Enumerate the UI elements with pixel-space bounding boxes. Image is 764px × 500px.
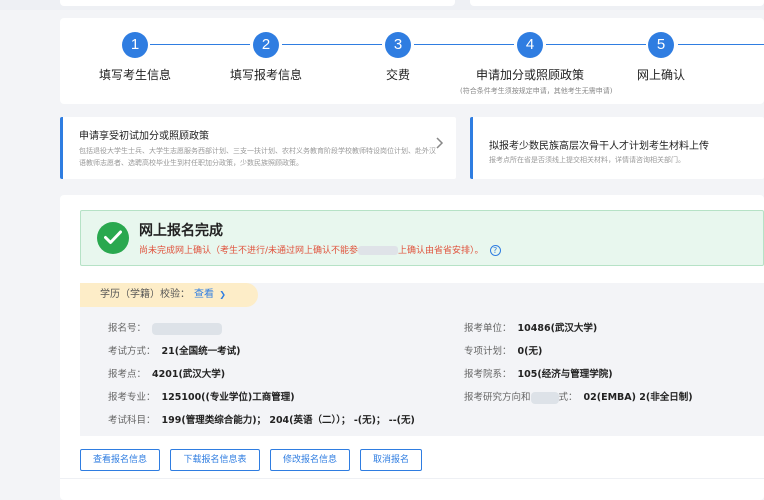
step-5: 5 网上确认	[591, 32, 731, 83]
registration-detail: 学历（学籍）校验： 查看 ❯ 报名号： 考试方式： 21(全国统一考试) 报考点： 4…	[80, 283, 764, 436]
step-label: 交费	[385, 68, 410, 82]
field-label: 报考点：	[108, 369, 147, 380]
field-label: 报考专业：	[108, 392, 156, 403]
view-registration-button[interactable]: 查看报名信息	[80, 449, 160, 471]
step-label: 申请加分或照顾政策	[475, 68, 584, 82]
message-text: 上确认由省省安排）。	[398, 246, 484, 256]
field-subjects: 考试科目： 199(管理类综合能力)； 204(英语（二））； -(无)； --(…	[108, 412, 415, 426]
field-value: 21(全国统一考试)	[161, 346, 241, 357]
success-banner: 网上报名完成 尚未完成网上确认（考生不进行/未通过网上确认不能参 上确认由省省安排…	[80, 210, 764, 266]
step-label: 网上确认	[636, 68, 685, 82]
step-number: 3	[385, 32, 411, 58]
check-circle-icon	[97, 222, 129, 254]
chevron-right-icon: ❯	[219, 290, 226, 299]
field-label: 考试方式：	[108, 346, 156, 357]
card-title: 申请享受初试加分或照顾政策	[79, 131, 209, 142]
message-text: 尚未完成网上确认（考生不进行/未通过网上确认不能参	[139, 246, 359, 256]
field-value: 4201(武汉大学)	[152, 369, 226, 380]
download-registration-form-button[interactable]: 下载报名信息表	[170, 449, 260, 471]
success-title: 网上报名完成	[139, 223, 223, 239]
view-link[interactable]: 查看	[194, 289, 214, 300]
field-value: 105(经济与管理学院)	[517, 369, 613, 380]
question-circle-icon[interactable]: ?	[489, 245, 501, 256]
card-description: 包括退役大学生士兵、大学生志愿服务西部计划、三支一扶计划、农村义务教育阶段学校教…	[79, 147, 436, 167]
field-exam-mode: 考试方式： 21(全国统一考试)	[108, 343, 240, 357]
field-label: 报考单位：	[464, 323, 512, 334]
divider	[60, 478, 764, 479]
field-major: 报考专业： 125100((专业学位)工商管理)	[108, 389, 295, 403]
field-label: 专项计划：	[464, 346, 512, 357]
field-value: 0(无)	[517, 346, 543, 357]
step-number: 5	[648, 32, 674, 58]
field-value: 10486(武汉大学)	[517, 323, 598, 334]
top-strip-block	[60, 0, 455, 6]
success-message: 尚未完成网上确认（考生不进行/未通过网上确认不能参 上确认由省省安排）。?	[139, 243, 501, 256]
chevron-right-icon[interactable]	[436, 137, 444, 153]
redacted-area	[530, 391, 559, 404]
field-value: 125100((专业学位)工商管理)	[161, 392, 295, 403]
step-2: 2 填写报考信息	[196, 32, 336, 83]
bonus-policy-card[interactable]: 申请享受初试加分或照顾政策 包括退役大学生士兵、大学生志愿服务西部计划、三支一扶…	[60, 117, 456, 179]
field-label: 式：	[558, 392, 578, 403]
field-value: 02(EMBA) 2(非全日制)	[583, 392, 693, 403]
redacted-area	[358, 246, 399, 255]
tag-label: 学历（学籍）校验：	[100, 289, 190, 300]
field-value: 199(管理类综合能力)； 204(英语（二））； -(无)； --(无)	[161, 415, 415, 426]
step-4: 4 申请加分或照顾政策 (符合条件考生须按规定申请，其他考生无需申请)	[460, 32, 613, 96]
field-label: 报考研究方向和	[464, 392, 531, 403]
field-registration-no: 报名号：	[108, 320, 223, 335]
redacted-value	[152, 322, 223, 335]
step-number: 2	[253, 32, 279, 58]
step-number: 1	[122, 32, 148, 58]
step-3: 3 交费	[328, 32, 468, 83]
step-label: 填写考生信息	[98, 68, 171, 82]
top-strip-block	[470, 0, 764, 6]
top-strip	[0, 0, 764, 10]
field-exam-site: 报考点： 4201(武汉大学)	[108, 366, 225, 380]
field-label: 报名号：	[108, 323, 147, 334]
field-special-plan: 专项计划： 0(无)	[464, 343, 542, 357]
step-number: 4	[517, 32, 543, 58]
step-note: (符合条件考生须按规定申请，其他考生无需申请)	[460, 87, 613, 95]
education-check-tag: 学历（学籍）校验： 查看 ❯	[80, 283, 258, 307]
minority-talent-upload-card[interactable]: 拟报考少数民族高层次骨干人才计划考生材料上传 报考点所在省是否须线上提交相关材料…	[470, 117, 764, 179]
field-label: 考试科目：	[108, 415, 156, 426]
field-label: 报考院系：	[464, 369, 512, 380]
field-research-direction: 报考研究方向和 式： 02(EMBA) 2(非全日制)	[464, 389, 693, 404]
field-institution: 报考单位： 10486(武汉大学)	[464, 320, 597, 334]
cancel-registration-button[interactable]: 取消报名	[360, 449, 422, 471]
step-label: 填写报考信息	[229, 68, 302, 82]
field-department: 报考院系： 105(经济与管理学院)	[464, 366, 613, 380]
registration-panel: 网上报名完成 尚未完成网上确认（考生不进行/未通过网上确认不能参 上确认由省省安排…	[60, 195, 764, 500]
edit-registration-button[interactable]: 修改报名信息	[270, 449, 350, 471]
card-description: 报考点所在省是否须线上提交相关材料，详情请咨询相关部门。	[489, 156, 685, 164]
progress-steps: 1 填写考生信息 2 填写报考信息 3 交费 4 申请加分或照顾政策 (符合条件…	[60, 18, 764, 104]
step-1: 1 填写考生信息	[65, 32, 205, 83]
card-title: 拟报考少数民族高层次骨干人才计划考生材料上传	[489, 141, 709, 152]
